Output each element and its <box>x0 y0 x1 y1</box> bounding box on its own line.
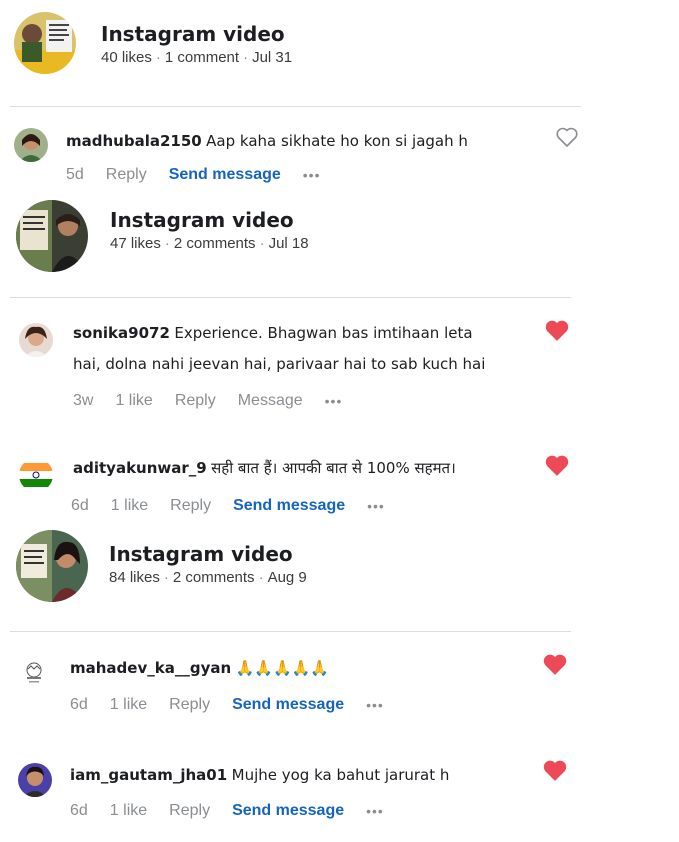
post-header[interactable]: Instagram video 47 likes · 2 comments · Jul … <box>0 196 600 272</box>
comment-username[interactable]: madhubala2150 <box>66 132 202 150</box>
comment-text: सही बात हैं। आपकी बात से 100% सहमत। <box>211 459 456 477</box>
post-thumbnail[interactable] <box>14 12 76 74</box>
heart-filled-icon[interactable] <box>542 652 568 676</box>
reply-button[interactable]: Reply <box>169 696 210 714</box>
heart-filled-icon[interactable] <box>544 318 570 342</box>
divider <box>10 106 581 107</box>
post-date: Jul 18 <box>268 235 309 252</box>
avatar[interactable] <box>19 657 49 687</box>
comment-username[interactable]: adityakunwar_9 <box>73 459 207 477</box>
comment-likes[interactable]: 1 like <box>115 392 152 410</box>
divider <box>10 631 571 632</box>
post-date: Aug 9 <box>267 569 307 586</box>
send-message-button[interactable]: Send message <box>169 166 281 184</box>
reply-button[interactable]: Reply <box>106 166 147 184</box>
comment-time: 6d <box>71 497 89 514</box>
post-meta: 84 likes · 2 comments · Aug 9 <box>109 569 307 586</box>
more-icon[interactable]: ••• <box>325 393 343 409</box>
comment-likes[interactable]: 1 like <box>110 696 147 714</box>
post-meta: 47 likes · 2 comments · Jul 18 <box>110 235 309 252</box>
send-message-button[interactable]: Send message <box>232 696 344 714</box>
post-thumbnail[interactable] <box>16 530 88 602</box>
reply-button[interactable]: Reply <box>169 802 210 820</box>
more-icon[interactable]: ••• <box>303 167 321 183</box>
avatar[interactable] <box>19 458 53 492</box>
post-title[interactable]: Instagram video <box>109 542 307 566</box>
divider <box>10 297 571 298</box>
comment-text: 🙏🙏🙏🙏🙏 <box>235 659 329 677</box>
heart-filled-icon[interactable] <box>542 758 568 782</box>
comment-time: 3w <box>73 392 94 409</box>
post-comment-count: 1 comment <box>164 49 240 66</box>
comment-time: 5d <box>66 166 84 183</box>
avatar[interactable] <box>14 128 48 162</box>
reply-button[interactable]: Reply <box>170 497 211 515</box>
post-title[interactable]: Instagram video <box>110 208 309 232</box>
send-message-button[interactable]: Send message <box>232 802 344 820</box>
reply-button[interactable]: Reply <box>175 392 216 410</box>
comment-time: 6d <box>70 696 88 713</box>
post-title[interactable]: Instagram video <box>101 22 292 46</box>
message-button[interactable]: Message <box>238 392 303 410</box>
avatar[interactable] <box>19 323 53 357</box>
comment-text: Mujhe yog ka bahut jarurat h <box>231 766 450 784</box>
comment-likes[interactable]: 1 like <box>111 497 148 515</box>
comment-text-continued: hai, dolna nahi jeevan hai, parivaar hai… <box>73 355 486 373</box>
send-message-button[interactable]: Send message <box>233 497 345 515</box>
comment-username[interactable]: sonika9072 <box>73 324 170 342</box>
more-icon[interactable]: ••• <box>366 697 384 713</box>
comment-likes[interactable]: 1 like <box>110 802 147 820</box>
post-header[interactable]: Instagram video 84 likes · 2 comments · Aug … <box>0 530 600 604</box>
post-likes: 47 likes <box>110 235 161 252</box>
comment-username[interactable]: mahadev_ka__gyan <box>70 659 231 677</box>
post-header[interactable]: Instagram video 40 likes · 1 comment · Jul 3… <box>0 12 600 82</box>
comment-text: Experience. Bhagwan bas imtihaan leta <box>174 324 473 342</box>
post-comment-count: 2 comments <box>173 235 256 252</box>
post-meta: 40 likes · 1 comment · Jul 31 <box>101 49 293 66</box>
avatar[interactable] <box>18 763 52 797</box>
more-icon[interactable]: ••• <box>366 803 384 819</box>
post-likes: 40 likes <box>101 49 152 66</box>
post-comment-count: 2 comments <box>172 569 255 586</box>
more-icon[interactable]: ••• <box>367 498 385 514</box>
post-likes: 84 likes <box>109 569 160 586</box>
post-date: Jul 31 <box>252 49 293 66</box>
comment-username[interactable]: iam_gautam_jha01 <box>70 766 227 784</box>
comment-text: Aap kaha sikhate ho kon si jagah h <box>206 132 468 150</box>
heart-outline-icon[interactable] <box>555 126 581 150</box>
heart-filled-icon[interactable] <box>544 453 570 477</box>
post-thumbnail[interactable] <box>16 200 88 272</box>
comment-time: 6d <box>70 802 88 819</box>
